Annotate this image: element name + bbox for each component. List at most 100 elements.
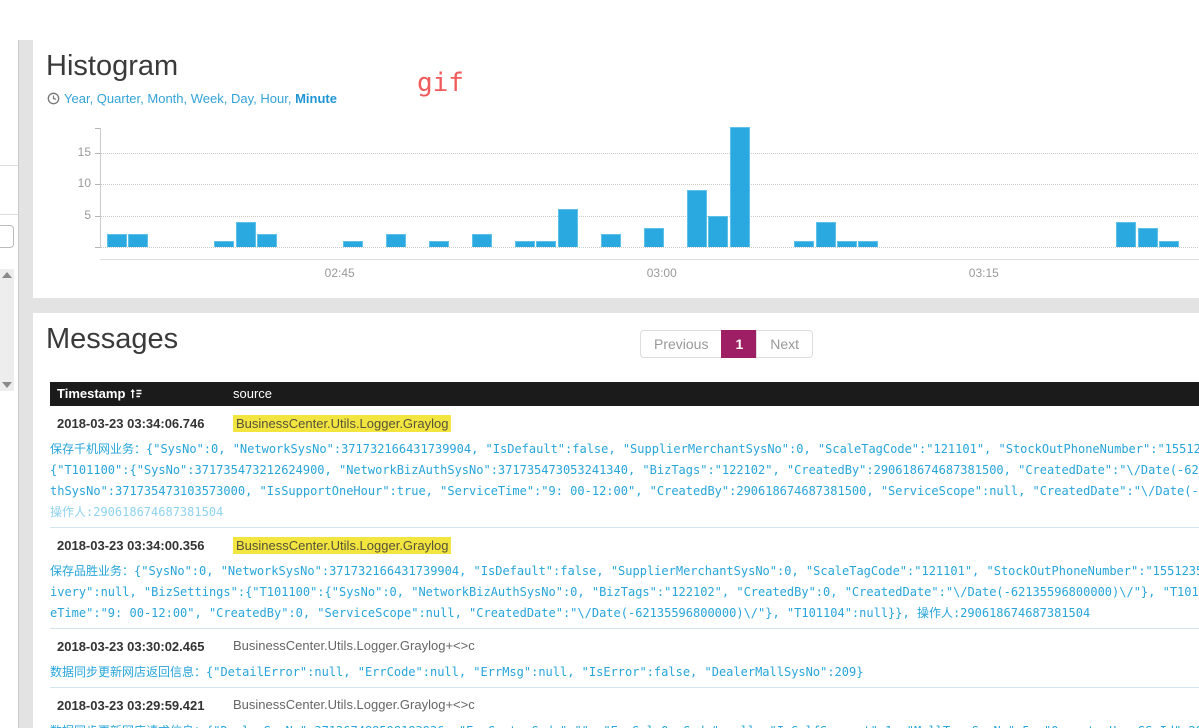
- histogram-title: Histogram: [46, 50, 178, 83]
- message-source[interactable]: BusinessCenter.Utils.Logger.Graylog: [233, 537, 451, 554]
- message-body: 数据同步更新网店返回信息：{"DetailError":null, "ErrCo…: [50, 662, 1199, 683]
- x-axis-label-03:00: 03:00: [632, 266, 692, 280]
- message-line: 数据同步更新网店请求信息：{"DealerSysNo":371367488598…: [50, 721, 1199, 728]
- histogram-bar-03:22[interactable]: [1116, 222, 1136, 247]
- sort-amount-icon: [129, 387, 142, 400]
- histogram-panel: Histogram Year, Quarter, Month, Week, Da…: [33, 40, 1199, 298]
- separator: ,: [224, 91, 231, 106]
- histogram-bar-03:02[interactable]: [687, 190, 707, 247]
- message-row-header: 2018-03-23 03:34:06.746 BusinessCenter.Ut…: [50, 416, 1199, 432]
- scroll-down-icon[interactable]: [2, 382, 12, 388]
- gridline-y-0: [100, 247, 1199, 248]
- messages-list: 2018-03-23 03:34:06.746 BusinessCenter.Ut…: [50, 406, 1199, 728]
- clock-icon: [47, 92, 60, 105]
- message-line: thSysNo":371735473103573000, "IsSupportO…: [50, 481, 1199, 502]
- message-row-header: 2018-03-23 03:30:02.465 BusinessCenter.Ut…: [50, 639, 1199, 655]
- histogram-bar-02:55[interactable]: [536, 241, 556, 247]
- y-axis-label-10: 10: [53, 176, 91, 190]
- messages-table-header: Timestamp source: [50, 382, 1199, 406]
- message-row[interactable]: 2018-03-23 03:34:00.356 BusinessCenter.Ut…: [50, 528, 1199, 629]
- x-axis-label-02:45: 02:45: [310, 266, 370, 280]
- histogram-bar-02:52[interactable]: [472, 234, 492, 247]
- message-timestamp: 2018-03-23 03:34:00.356: [57, 538, 204, 553]
- pagination-previous-button[interactable]: Previous: [640, 330, 722, 358]
- message-body: 保存千机网业务：{"SysNo":0, "NetworkSysNo":37173…: [50, 439, 1199, 523]
- y-axis-line: [100, 128, 101, 247]
- message-timestamp: 2018-03-23 03:29:59.421: [57, 698, 204, 713]
- message-row-header: 2018-03-23 03:34:00.356 BusinessCenter.Ut…: [50, 538, 1199, 554]
- gridline-y-10: [100, 184, 1199, 185]
- message-source[interactable]: BusinessCenter.Utils.Logger.Graylog: [233, 415, 451, 432]
- gridline-y-5: [100, 216, 1199, 217]
- message-line: 保存千机网业务：{"SysNo":0, "NetworkSysNo":37173…: [50, 439, 1199, 460]
- message-line: {"T101100":{"SysNo":371735473212624900, …: [50, 460, 1199, 481]
- histogram-bar-03:04[interactable]: [730, 127, 750, 247]
- histogram-bar-03:08[interactable]: [816, 222, 836, 247]
- message-row[interactable]: 2018-03-23 03:29:59.421 BusinessCenter.Ut…: [50, 688, 1199, 728]
- histogram-bar-03:24[interactable]: [1159, 241, 1179, 247]
- y-axis-label-5: 5: [53, 208, 91, 222]
- histogram-bar-02:50[interactable]: [429, 241, 449, 247]
- message-body: 保存品胜业务：{"SysNo":0, "NetworkSysNo":371732…: [50, 561, 1199, 624]
- message-row[interactable]: 2018-03-23 03:30:02.465 BusinessCenter.Ut…: [50, 629, 1199, 688]
- y-axis-label-15: 15: [53, 145, 91, 159]
- resolution-link-year[interactable]: Year: [64, 91, 90, 106]
- resolution-selector: Year, Quarter, Month, Week, Day, Hour, M…: [47, 91, 337, 106]
- message-row-header: 2018-03-23 03:29:59.421 BusinessCenter.Ut…: [50, 698, 1199, 714]
- overlay-text: gif: [417, 68, 464, 98]
- y-tickmark-0: [95, 247, 100, 248]
- message-body: 数据同步更新网店请求信息：{"DealerSysNo":371367488598…: [50, 721, 1199, 728]
- gridline-y-15: [100, 153, 1199, 154]
- messages-panel: Messages Previous 1 Next Timestamp sourc…: [33, 313, 1199, 728]
- timestamp-column-header[interactable]: Timestamp: [57, 382, 142, 406]
- message-line: 操作人:290618674687381504: [50, 502, 1199, 523]
- resolution-link-minute-active[interactable]: Minute: [295, 91, 337, 106]
- resolution-link-month[interactable]: Month: [147, 91, 183, 106]
- sidebar-divider: [0, 214, 18, 215]
- histogram-bar-02:41[interactable]: [236, 222, 256, 247]
- message-timestamp: 2018-03-23 03:30:02.465: [57, 639, 204, 654]
- histogram-bar-03:23[interactable]: [1138, 228, 1158, 247]
- histogram-bar-02:46[interactable]: [343, 241, 363, 247]
- message-source[interactable]: BusinessCenter.Utils.Logger.Graylog+<>c: [233, 638, 475, 653]
- x-axis-line: [100, 259, 1199, 260]
- separator: ,: [288, 91, 295, 106]
- histogram-bar-02:56[interactable]: [558, 209, 578, 247]
- message-source[interactable]: BusinessCenter.Utils.Logger.Graylog+<>c: [233, 697, 475, 712]
- resolution-link-week[interactable]: Week: [191, 91, 224, 106]
- resolution-link-hour[interactable]: Hour: [260, 91, 287, 106]
- message-line: eTime":"9: 00-12:00", "CreatedBy":0, "Se…: [50, 603, 1199, 624]
- resolution-link-quarter[interactable]: Quarter: [97, 91, 140, 106]
- histogram-bar-02:54[interactable]: [515, 241, 535, 247]
- sidebar-divider: [0, 165, 18, 166]
- pagination-next-button[interactable]: Next: [756, 330, 813, 358]
- histogram-bar-02:40[interactable]: [214, 241, 234, 247]
- pagination-page-1-button[interactable]: 1: [721, 330, 757, 358]
- histogram-bar-02:42[interactable]: [257, 234, 277, 247]
- histogram-bar-02:58[interactable]: [601, 234, 621, 247]
- histogram-chart: 5 10 15 02:45 03:00 03:15: [33, 125, 1199, 295]
- left-sidebar: [0, 40, 19, 728]
- histogram-bar-03:10[interactable]: [858, 241, 878, 247]
- messages-title: Messages: [46, 323, 178, 356]
- message-row[interactable]: 2018-03-23 03:34:06.746 BusinessCenter.Ut…: [50, 406, 1199, 528]
- source-column-header[interactable]: source: [233, 382, 272, 406]
- pagination: Previous 1 Next: [641, 330, 813, 358]
- histogram-bar-03:09[interactable]: [837, 241, 857, 247]
- sidebar-scrollbar[interactable]: [0, 269, 14, 391]
- sidebar-input-field[interactable]: [0, 225, 14, 248]
- histogram-bar-02:48[interactable]: [386, 234, 406, 247]
- histogram-bar-02:35[interactable]: [107, 234, 127, 247]
- x-axis-label-03:15: 03:15: [954, 266, 1014, 280]
- message-line: ivery":null, "BizSettings":{"T101100":{"…: [50, 582, 1199, 603]
- top-bar: [0, 0, 1199, 40]
- message-timestamp: 2018-03-23 03:34:06.746: [57, 416, 204, 431]
- message-line: 保存品胜业务：{"SysNo":0, "NetworkSysNo":371732…: [50, 561, 1199, 582]
- histogram-bar-03:07[interactable]: [794, 241, 814, 247]
- histogram-bar-03:00[interactable]: [644, 228, 664, 247]
- resolution-link-day[interactable]: Day: [231, 91, 253, 106]
- histogram-bar-03:03[interactable]: [708, 216, 728, 247]
- separator: ,: [90, 91, 97, 106]
- scroll-up-icon[interactable]: [2, 272, 12, 278]
- histogram-bar-02:36[interactable]: [128, 234, 148, 247]
